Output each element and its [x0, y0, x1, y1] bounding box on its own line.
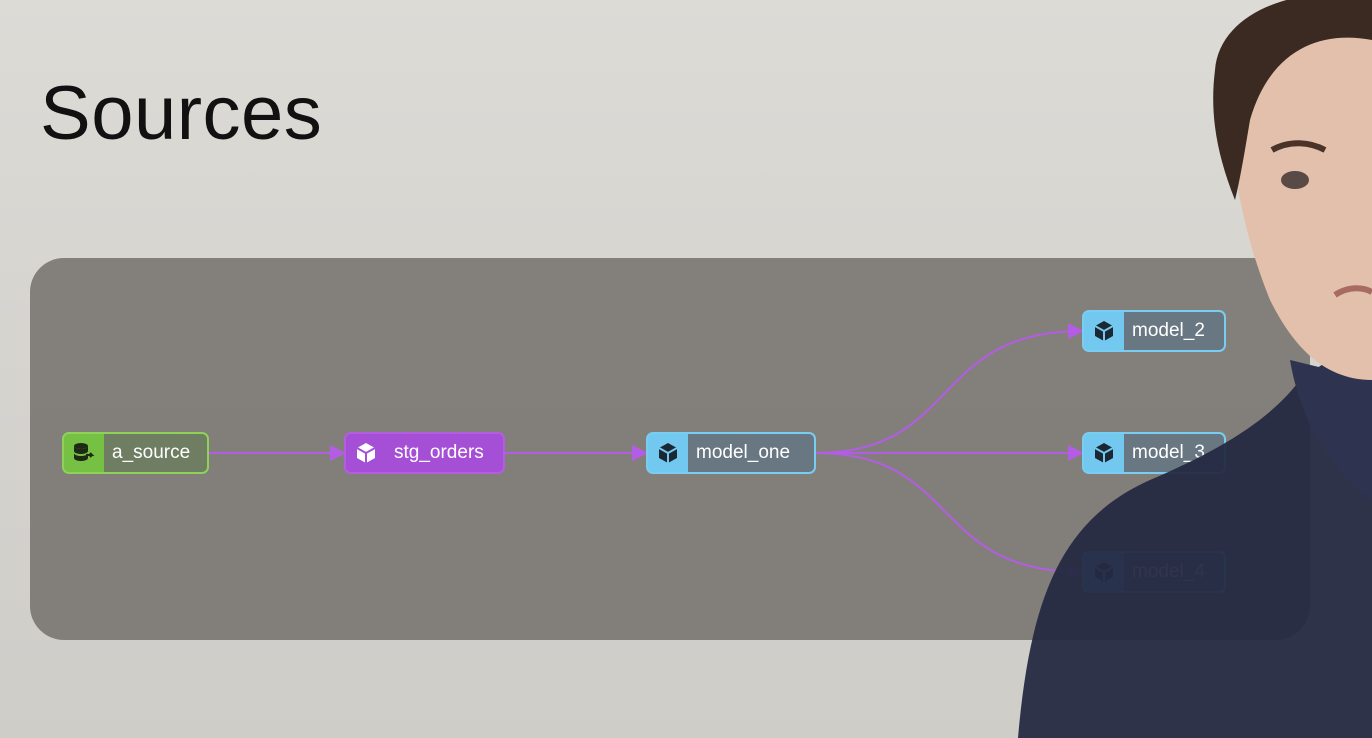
presenter-video: [1018, 0, 1372, 738]
